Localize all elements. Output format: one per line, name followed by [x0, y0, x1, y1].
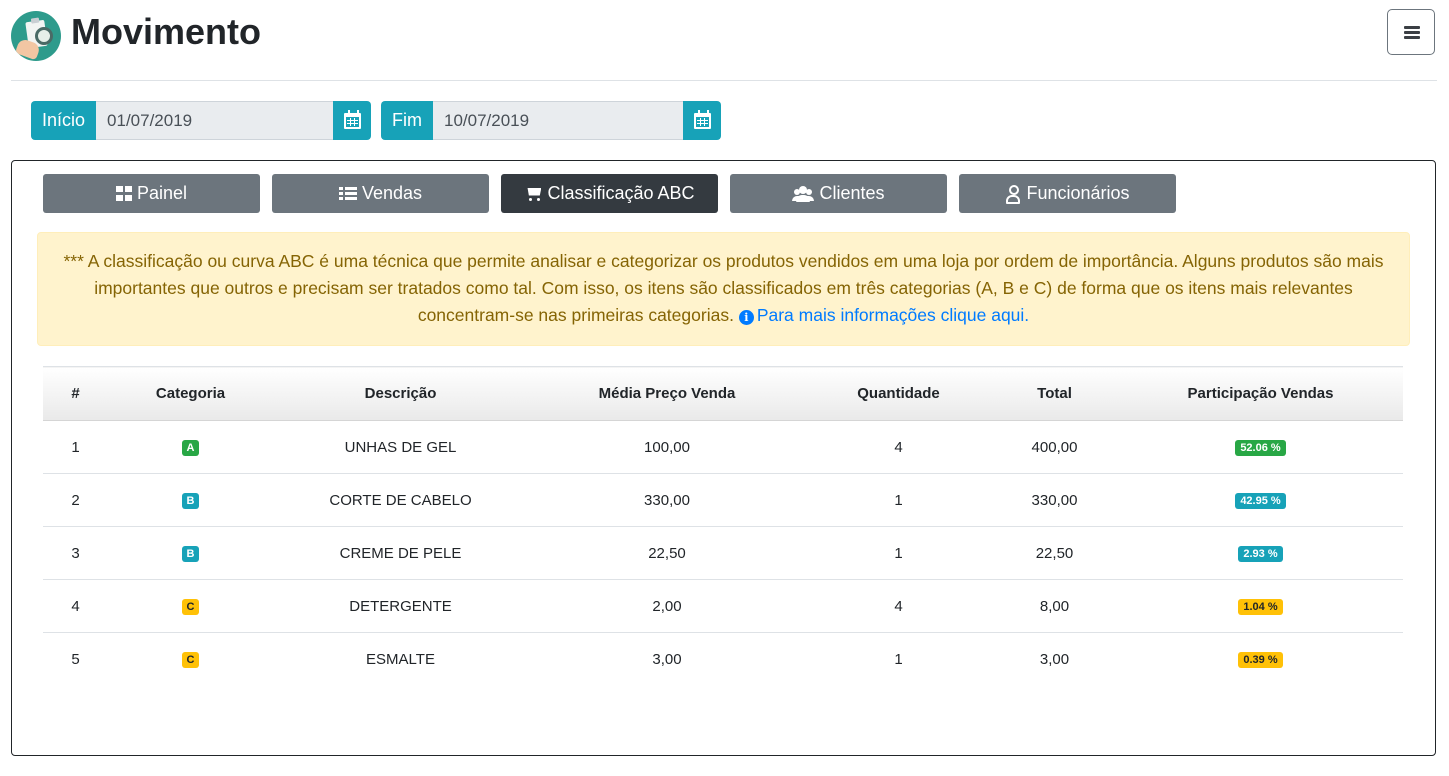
row-total: 330,00 [991, 473, 1118, 527]
row-total: 22,50 [991, 526, 1118, 580]
row-quantity: 1 [894, 650, 903, 668]
abc-info-alert: *** A classificação ou curva ABC é uma t… [37, 232, 1410, 346]
row-number: 2 [43, 473, 108, 527]
col-header-number[interactable]: # [43, 366, 108, 421]
category-badge: C [181, 598, 200, 615]
tab-vendas[interactable]: Vendas [272, 174, 489, 213]
col-header-sales-share[interactable]: Participação Vendas [1118, 366, 1403, 421]
row-avg-price: 2,00 [528, 579, 806, 633]
col-header-avg-price[interactable]: Média Preço Venda [528, 366, 806, 421]
tab-classificacao-abc[interactable]: Classificação ABC [501, 174, 718, 213]
start-date-group: Início [31, 101, 372, 140]
row-description: UNHAS DE GEL [273, 420, 528, 474]
row-number: 1 [43, 420, 108, 474]
row-quantity: 1 [806, 526, 991, 580]
cart-icon [524, 186, 542, 202]
col-header-description[interactable]: Descrição [273, 366, 528, 421]
tab-clientes[interactable]: Clientes [730, 174, 947, 213]
tab-painel[interactable]: Painel [43, 174, 260, 213]
sales-share-badge: 1.04 % [1238, 598, 1283, 615]
tab-label: Funcionários [1026, 183, 1130, 203]
users-icon [792, 185, 814, 202]
sales-share-badge: 52.06 % [1235, 439, 1286, 456]
start-date-input[interactable] [96, 101, 334, 140]
hamburger-icon [1404, 26, 1420, 29]
table-row: 2 B CORTE DE CABELO 330,00 1 330,00 42.9… [43, 473, 1403, 527]
row-description: CORTE DE CABELO [273, 473, 528, 527]
row-quantity: 4 [806, 420, 991, 474]
row-total: 8,00 [991, 579, 1118, 633]
end-date-input[interactable] [433, 101, 683, 140]
sales-share-badge: 2.93 % [1238, 545, 1283, 562]
more-info-link-label: Para mais informações clique aqui. [756, 305, 1030, 325]
category-badge: B [181, 492, 200, 509]
table-header-row: # Categoria Descrição Média Preço Venda … [43, 366, 1403, 421]
row-description: CREME DE PELE [273, 526, 528, 580]
table-row: 4 C DETERGENTE 2,00 4 8,00 1.04 % [43, 579, 1403, 633]
row-number: 3 [43, 526, 108, 580]
row-quantity: 1 [806, 473, 991, 527]
table-row: 5 C ESMALTE 3,00 1 3,00 0.39 % [43, 633, 1403, 686]
more-info-link[interactable]: i Para mais informações clique aqui. [738, 305, 1030, 325]
row-avg-price: 22,50 [528, 526, 806, 580]
row-number: 4 [43, 579, 108, 633]
row-total: 3,00 [1039, 650, 1070, 668]
row-quantity: 4 [806, 579, 991, 633]
tab-funcionarios[interactable]: Funcionários [959, 174, 1176, 213]
header-divider [11, 80, 1437, 81]
menu-toggle-button[interactable] [1387, 9, 1435, 55]
tab-label: Vendas [361, 183, 423, 203]
page-title: Movimento [71, 11, 262, 52]
sales-share-badge: 42.95 % [1235, 492, 1286, 509]
abc-table: # Categoria Descrição Média Preço Venda … [43, 366, 1403, 685]
app-logo [11, 11, 61, 61]
row-description: DETERGENTE [273, 579, 528, 633]
category-badge: B [181, 545, 200, 562]
tab-label: Painel [136, 183, 188, 203]
row-number: 5 [71, 650, 80, 668]
tab-label: Clientes [819, 183, 885, 203]
col-header-total[interactable]: Total [991, 366, 1118, 421]
row-avg-price: 100,00 [528, 420, 806, 474]
list-icon [338, 186, 357, 201]
col-header-category[interactable]: Categoria [108, 366, 273, 421]
start-date-label: Início [31, 101, 97, 140]
end-date-label: Fim [381, 101, 433, 140]
col-header-quantity[interactable]: Quantidade [806, 366, 991, 421]
sales-share-badge: 0.39 % [1238, 651, 1283, 668]
row-avg-price: 3,00 [652, 650, 682, 668]
row-total: 400,00 [991, 420, 1118, 474]
content-panel: Painel Vendas Classificação ABC Clientes… [11, 160, 1436, 756]
grid-icon [115, 186, 132, 201]
calendar-icon [693, 109, 711, 129]
row-avg-price: 330,00 [528, 473, 806, 527]
user-icon [1005, 185, 1021, 204]
row-description: ESMALTE [366, 650, 435, 668]
table-row: 1 A UNHAS DE GEL 100,00 4 400,00 52.06 % [43, 420, 1403, 474]
table-row: 3 B CREME DE PELE 22,50 1 22,50 2.93 % [43, 526, 1403, 580]
end-date-calendar-button[interactable] [683, 101, 721, 140]
end-date-group: Fim [381, 101, 721, 140]
category-badge: A [181, 439, 200, 456]
calendar-icon [343, 109, 361, 129]
alert-text: *** A classificação ou curva ABC é uma t… [63, 251, 1384, 325]
info-icon: i [738, 310, 754, 325]
start-date-calendar-button[interactable] [333, 101, 372, 140]
category-badge: C [181, 651, 200, 668]
tab-label: Classificação ABC [547, 183, 695, 203]
